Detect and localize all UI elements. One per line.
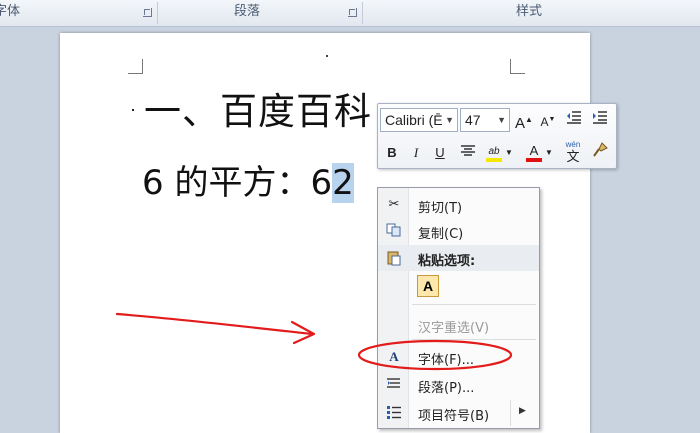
phonetic-char: 文 — [566, 149, 580, 164]
paragraph-icon — [385, 377, 403, 393]
menu-item-paragraph[interactable]: 段落(P)... — [378, 372, 539, 398]
chevron-down-icon[interactable]: ▼ — [497, 109, 506, 131]
menu-item-label: 剪切(T) — [418, 201, 463, 216]
submenu-divider — [510, 400, 511, 426]
body-text[interactable]: 6 的平方：6 — [142, 163, 332, 203]
scissors-icon: ✂ — [388, 197, 400, 212]
highlight-icon[interactable]: ab — [484, 141, 504, 163]
menu-item-label: 项目符号(B) — [418, 409, 490, 424]
menu-item-label: 复制(C) — [418, 227, 464, 242]
center-align-icon[interactable] — [458, 142, 478, 164]
font-name-combo[interactable]: Calibri (Ē ▼ — [380, 108, 458, 132]
ribbon-group-bar: 字体 段落 样式 — [0, 0, 700, 27]
menu-item-paste-options: 粘贴选项: — [378, 245, 539, 271]
ribbon-separator — [157, 2, 158, 24]
margin-corner-mark — [510, 59, 525, 74]
ruler-mark — [326, 55, 328, 57]
menu-separator — [412, 339, 536, 340]
chevron-down-icon[interactable]: ▼ — [445, 109, 454, 131]
menu-item-font[interactable]: A 字体(F)... — [378, 344, 539, 370]
copy-icon — [385, 223, 403, 239]
menu-item-label: 粘贴选项: — [418, 254, 476, 269]
bullet-list-icon — [385, 405, 403, 421]
font-color-bar — [526, 158, 542, 162]
bold-button[interactable]: B — [382, 142, 402, 164]
menu-item-reconvert: 汉字重选(V) — [378, 312, 539, 338]
font-color-icon[interactable]: A — [524, 140, 544, 162]
menu-item-label: 段落(P)... — [418, 381, 475, 396]
paste-keep-text-only-button[interactable]: A — [417, 275, 439, 297]
highlight-color-bar — [486, 158, 502, 162]
cursor-mark — [132, 109, 134, 111]
font-name-value: Calibri (Ē — [385, 112, 443, 128]
font-size-combo[interactable]: 47 ▼ — [460, 108, 510, 132]
underline-button[interactable]: U — [430, 142, 450, 164]
format-painter-icon[interactable] — [590, 142, 610, 164]
margin-corner-mark — [128, 59, 143, 74]
grow-font-icon[interactable]: A▲ — [514, 109, 534, 132]
italic-button[interactable]: I — [406, 142, 426, 164]
context-menu: ✂ 剪切(T) 复制(C) 粘贴选项: 汉字重选(V) A 字体(F)... 段… — [377, 187, 540, 429]
font-dialog-launcher-icon[interactable] — [143, 8, 152, 17]
font-group-label: 字体 — [0, 4, 21, 19]
decrease-indent-icon[interactable] — [564, 109, 584, 131]
font-size-value: 47 — [465, 112, 481, 128]
font-dialog-icon: A — [389, 349, 399, 364]
clipboard-icon — [385, 250, 403, 266]
selected-text[interactable]: 2 — [332, 163, 354, 203]
menu-item-label: 字体(F)... — [418, 353, 475, 368]
menu-item-copy[interactable]: 复制(C) — [378, 218, 539, 244]
document-heading[interactable]: 一、百度百科 — [144, 81, 372, 135]
phonetic-guide-icon[interactable]: wén 文 — [562, 140, 584, 164]
chevron-down-icon[interactable]: ▼ — [544, 142, 554, 164]
paragraph-dialog-launcher-icon[interactable] — [348, 8, 357, 17]
menu-item-bullets[interactable]: 项目符号(B) ▶ — [378, 400, 539, 426]
ribbon-separator — [362, 2, 363, 24]
menu-item-cut[interactable]: ✂ 剪切(T) — [378, 192, 539, 218]
menu-separator — [412, 304, 536, 305]
paragraph-group-label: 段落 — [234, 4, 261, 19]
document-body-line[interactable]: 6 的平方：62 — [142, 155, 354, 204]
font-color-letter: A — [529, 143, 539, 158]
menu-item-label: 汉字重选(V) — [418, 321, 490, 336]
increase-indent-icon[interactable] — [590, 109, 610, 131]
submenu-arrow-icon[interactable]: ▶ — [519, 406, 526, 416]
shrink-font-icon[interactable]: A▼ — [538, 109, 558, 131]
chevron-down-icon[interactable]: ▼ — [504, 142, 514, 164]
mini-toolbar: Calibri (Ē ▼ 47 ▼ A▲ A▼ B I U ab ▼ A ▼ w… — [377, 103, 617, 169]
styles-group-label: 样式 — [516, 4, 543, 19]
